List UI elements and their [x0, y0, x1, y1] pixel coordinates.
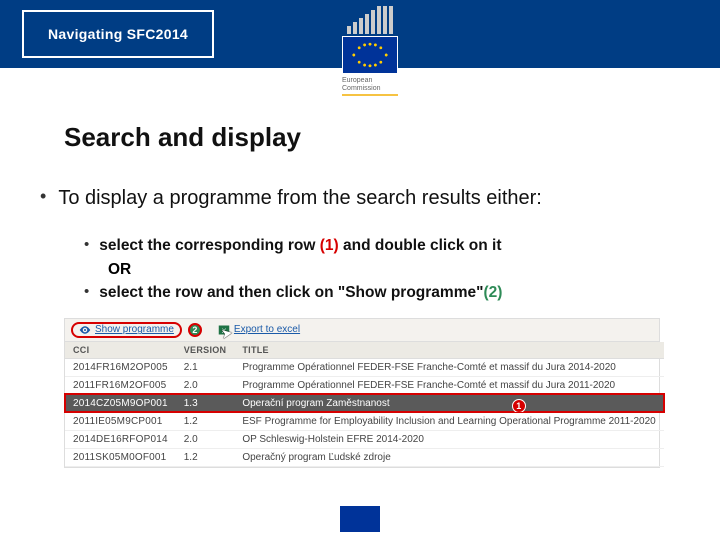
marker-2: (2) — [483, 284, 502, 301]
bullet-icon — [40, 187, 46, 207]
cell-title: Programme Opérationnel FEDER-FSE Franche… — [234, 358, 663, 376]
show-programme-label: Show programme — [95, 324, 174, 335]
cell-cci: 2011FR16M2OF005 — [65, 376, 176, 394]
nav-chip: Navigating SFC2014 — [22, 10, 214, 58]
callout-badge-1: 1 — [512, 399, 526, 413]
marker-1: (1) — [320, 237, 339, 254]
table-row[interactable]: 2014FR16M2OP0052.1Programme Opérationnel… — [65, 358, 664, 376]
sub-text-1: select the corresponding row (1) and dou… — [99, 236, 501, 257]
col-version[interactable]: Version — [176, 342, 235, 359]
page-title: Search and display — [64, 122, 672, 153]
cell-version: 1.2 — [176, 448, 235, 466]
bullet-icon — [84, 283, 89, 304]
sub1-post: and double click on it — [339, 237, 502, 254]
cursor-icon: ➤ — [220, 324, 235, 343]
or-label: OR — [108, 261, 672, 279]
export-excel-label: Export to excel — [234, 324, 300, 335]
results-table: CCI Version Title 2014FR16M2OP0052.1Prog… — [65, 342, 664, 467]
show-programme-button[interactable]: Show programme — [71, 322, 182, 338]
cell-version: 1.3 — [176, 394, 235, 412]
bullet-icon — [84, 236, 89, 257]
table-header-row: CCI Version Title — [65, 342, 664, 359]
cell-cci: 2014DE16RFOP014 — [65, 430, 176, 448]
embedded-screenshot: Show programme 2 ➤ X Export to excel CCI… — [64, 318, 660, 468]
table-row[interactable]: 2014DE16RFOP0142.0OP Schleswig-Holstein … — [65, 430, 664, 448]
table-row[interactable]: 2014CZ05M9OP0011.3Operační program Zaměs… — [65, 394, 664, 412]
cell-title: OP Schleswig-Holstein EFRE 2014-2020 — [234, 430, 663, 448]
table-row[interactable]: 2011SK05M0OF0011.2Operačný program Ľudsk… — [65, 448, 664, 466]
cell-title: Operačný program Ľudské zdroje — [234, 448, 663, 466]
callout-badge-2: 2 — [188, 323, 202, 337]
cell-cci: 2011SK05M0OF001 — [65, 448, 176, 466]
table-row[interactable]: 2011IE05M9CP0011.2ESF Programme for Empl… — [65, 412, 664, 430]
sub2-pre: select the row and then click on "Show p… — [99, 284, 483, 301]
cell-cci: 2014FR16M2OP005 — [65, 358, 176, 376]
sub1-pre: select the corresponding row — [99, 237, 320, 254]
footer-eu-flag-icon — [340, 506, 380, 532]
cell-version: 1.2 — [176, 412, 235, 430]
header-banner: Navigating SFC2014 European Commission — [0, 0, 720, 68]
intro-text: To display a programme from the search r… — [58, 187, 542, 210]
col-cci[interactable]: CCI — [65, 342, 176, 359]
cell-title: Programme Opérationnel FEDER-FSE Franche… — [234, 376, 663, 394]
sub-text-2: select the row and then click on "Show p… — [99, 283, 502, 304]
cell-cci: 2011IE05M9CP001 — [65, 412, 176, 430]
cell-version: 2.0 — [176, 430, 235, 448]
cell-version: 2.1 — [176, 358, 235, 376]
cell-cci: 2014CZ05M9OP001 — [65, 394, 176, 412]
table-row[interactable]: 2011FR16M2OF0052.0Programme Opérationnel… — [65, 376, 664, 394]
sub-bullet-2: select the row and then click on "Show p… — [84, 283, 672, 304]
cell-title: ESF Programme for Employability Inclusio… — [234, 412, 663, 430]
col-title[interactable]: Title — [234, 342, 663, 359]
eye-icon — [79, 324, 91, 336]
cell-title: Operační program Zaměstnanost1 — [234, 394, 663, 412]
intro-bullet: To display a programme from the search r… — [40, 187, 672, 210]
cell-version: 2.0 — [176, 376, 235, 394]
slide-content: Search and display To display a programm… — [0, 68, 720, 468]
results-toolbar: Show programme 2 ➤ X Export to excel — [65, 319, 659, 342]
building-icon — [334, 6, 406, 34]
sub-bullet-list: select the corresponding row (1) and dou… — [84, 236, 672, 304]
sub-bullet-1: select the corresponding row (1) and dou… — [84, 236, 672, 257]
